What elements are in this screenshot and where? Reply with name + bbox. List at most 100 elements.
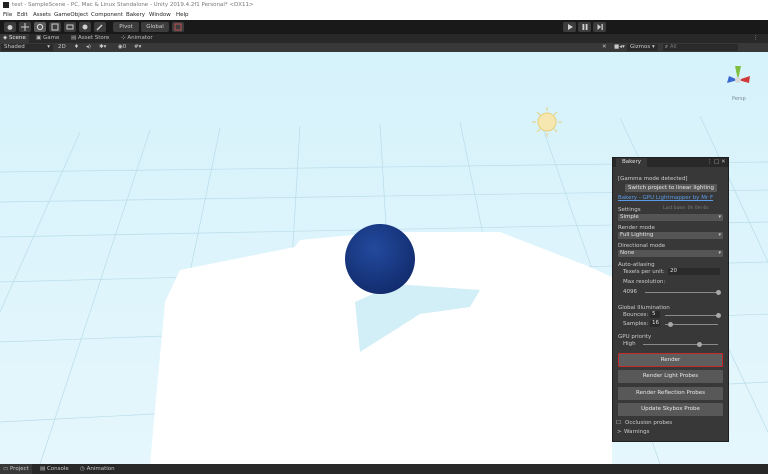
menu-help[interactable]: Help	[176, 12, 189, 18]
title-bar: test - SampleScene - PC, Mac & Linux Sta…	[0, 0, 768, 10]
panel-menu-button[interactable]: ⋮	[750, 34, 762, 43]
kebab-menu-icon[interactable]: ⋮	[707, 158, 713, 167]
menu-file[interactable]: File	[3, 12, 12, 18]
rect-tool-button[interactable]	[64, 22, 76, 32]
rotate-icon	[36, 23, 44, 31]
render-mode-dropdown[interactable]: Full Lighting ▾	[618, 232, 723, 239]
max-resolution-slider[interactable]	[715, 290, 721, 295]
bakery-link[interactable]: Bakery - GPU Lightmapper by Mr F	[618, 195, 713, 201]
rect-icon	[66, 24, 74, 30]
move-tool-button[interactable]	[19, 22, 31, 32]
warnings-foldout-icon[interactable]: >	[617, 429, 622, 435]
tab-scene-label: Scene	[8, 35, 26, 41]
maximize-icon[interactable]: □	[714, 158, 719, 167]
menu-assets[interactable]: Assets	[33, 12, 51, 18]
bounces-input[interactable]: 5	[650, 311, 660, 318]
pivot-toggle[interactable]: Pivot	[113, 22, 139, 32]
step-button[interactable]	[593, 22, 606, 32]
menu-bakery[interactable]: Bakery	[126, 12, 145, 18]
scale-icon	[51, 23, 59, 31]
render-button[interactable]: Render	[618, 353, 723, 367]
rotate-tool-button[interactable]	[34, 22, 46, 32]
speaker-icon: ◂)	[86, 44, 91, 50]
switch-linear-button[interactable]: Switch project to linear lighting	[625, 184, 717, 192]
max-resolution-value: 4096	[623, 289, 637, 295]
samples-input[interactable]: 16	[650, 320, 660, 327]
snap-button[interactable]	[172, 22, 184, 32]
tab-asset-store[interactable]: ▤ Asset Store	[68, 34, 112, 43]
tab-game[interactable]: ▣ Game	[33, 34, 62, 43]
shading-mode-value: Shaded	[4, 44, 25, 50]
menu-gameobject[interactable]: GameObject	[54, 12, 88, 18]
render-mode-value: Full Lighting	[620, 232, 654, 238]
menu-edit[interactable]: Edit	[17, 12, 28, 18]
menu-window[interactable]: Window	[149, 12, 171, 18]
audio-toggle[interactable]: ◂)	[86, 44, 91, 51]
gpu-priority-label: GPU priority	[618, 334, 652, 340]
persp-label: Persp	[732, 96, 746, 102]
light-bulb-icon: ♦	[74, 44, 79, 50]
custom-tool-button[interactable]	[94, 22, 106, 32]
scene-search-field[interactable]: ⌕ All	[663, 44, 738, 51]
settings-value: Simple	[620, 214, 639, 220]
camera-toggle[interactable]: ■◂▾	[614, 44, 625, 51]
tab-console-label: Console	[46, 466, 69, 472]
render-light-probes-button[interactable]: Render Light Probes	[618, 370, 723, 383]
tab-asset-store-label: Asset Store	[77, 35, 110, 41]
bounces-track	[665, 315, 718, 316]
unity-logo-icon	[3, 2, 9, 8]
play-icon	[567, 24, 573, 30]
occlusion-probes-label: Occlusion probes	[625, 420, 673, 426]
hand-tool-button[interactable]	[4, 22, 16, 32]
chevron-down-icon: ▾	[47, 44, 50, 50]
transform-tool-button[interactable]	[79, 22, 91, 32]
chevron-down-icon: ▾	[718, 214, 721, 220]
main-toolbar: Pivot Global	[0, 20, 768, 34]
chevron-down-icon: ▾	[718, 250, 721, 256]
gizmos-label: Gizmos	[630, 44, 651, 50]
menu-component[interactable]: Component	[91, 12, 123, 18]
game-tab-icon: ▣	[36, 35, 43, 41]
pause-button[interactable]	[578, 22, 591, 32]
samples-label: Samples:	[623, 321, 649, 327]
grid-toggle[interactable]: #▾	[134, 44, 141, 51]
gpu-priority-value: High	[623, 341, 636, 347]
effects-toggle[interactable]: ✱▾	[99, 44, 106, 51]
global-toggle[interactable]: Global	[141, 22, 169, 32]
play-button[interactable]	[563, 22, 576, 32]
bottom-tab-bar: ▭ Project ▤ Console ◷ Animation	[0, 464, 768, 474]
gizmos-dropdown[interactable]: Gizmos ▾	[627, 44, 658, 51]
tab-scene[interactable]: ◈ Scene	[0, 34, 29, 43]
occlusion-probes-checkbox[interactable]: ☐	[616, 420, 621, 426]
hidden-objects-toggle[interactable]: ◉0	[118, 44, 126, 51]
gi-label: Global Illumination	[618, 305, 670, 311]
window-title: test - SampleScene - PC, Mac & Linux Sta…	[12, 2, 254, 8]
directional-mode-dropdown[interactable]: None ▾	[618, 250, 723, 257]
wrench-icon	[96, 24, 103, 31]
scale-tool-button[interactable]	[49, 22, 61, 32]
bounces-label: Bounces:	[623, 312, 649, 318]
texels-label: Texels per unit:	[623, 269, 665, 275]
texels-input[interactable]: 20	[668, 268, 720, 275]
lighting-toggle[interactable]: ♦	[74, 44, 79, 51]
warnings-label[interactable]: Warnings	[624, 429, 649, 435]
samples-slider[interactable]	[667, 322, 673, 327]
update-skybox-probe-button[interactable]: Update Skybox Probe	[618, 403, 723, 416]
tab-console[interactable]: ▤ Console	[40, 464, 69, 474]
settings-dropdown[interactable]: Simple ▾	[618, 214, 723, 221]
toggle-2d[interactable]: 2D	[58, 44, 66, 51]
close-icon[interactable]: ✕	[721, 158, 726, 167]
effects-icon: ✱▾	[99, 44, 107, 50]
directional-mode-label: Directional mode	[618, 243, 666, 249]
tab-animator[interactable]: ⊹ Animator	[118, 34, 156, 43]
bakery-tab-bar: Bakery ⋮ □ ✕	[613, 158, 728, 167]
gpu-priority-slider[interactable]	[696, 342, 702, 347]
shading-mode-dropdown[interactable]: Shaded ▾	[1, 44, 53, 51]
eye-icon: ◉0	[118, 44, 127, 50]
render-reflection-probes-button[interactable]: Render Reflection Probes	[618, 387, 723, 400]
tools-toggle[interactable]: ✕	[602, 44, 607, 51]
tab-project[interactable]: ▭ Project	[0, 464, 32, 474]
bounces-slider[interactable]	[715, 313, 721, 318]
tab-animation[interactable]: ◷ Animation	[80, 464, 115, 474]
bakery-tab[interactable]: Bakery	[616, 158, 648, 167]
